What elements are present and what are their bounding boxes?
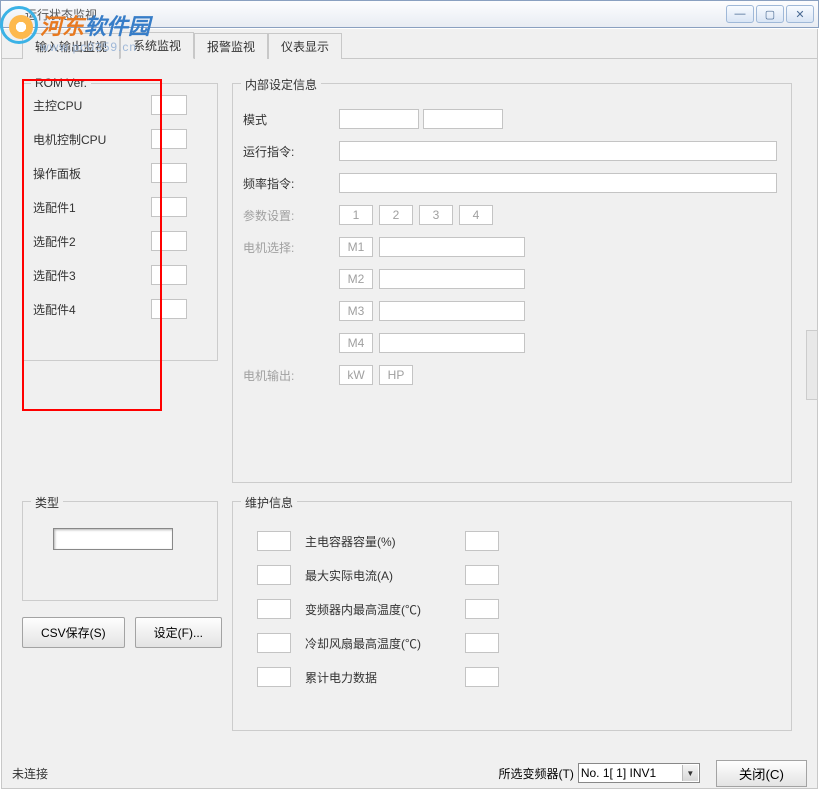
maint-power-right (465, 667, 499, 687)
rom-panel-field (151, 163, 187, 183)
motorsel-m1-field (379, 237, 525, 257)
motorsel-m4-field (379, 333, 525, 353)
tab-meter-display[interactable]: 仪表显示 (268, 33, 342, 59)
title-bar: 运行状态监视 — ▢ ✕ (0, 0, 819, 28)
motorsel-m4[interactable]: M4 (339, 333, 373, 353)
maint-current-label: 最大实际电流(A) (305, 567, 465, 584)
maint-temp2-left (257, 633, 291, 653)
internal-settings-group: 内部设定信息 模式 运行指令: 频率指令: 参数设置: 1 (232, 83, 792, 483)
paramset-label: 参数设置: (243, 207, 313, 224)
maint-cap-left (257, 531, 291, 551)
window-controls: — ▢ ✕ (726, 5, 814, 23)
maint-temp1-right (465, 599, 499, 619)
maximize-button[interactable]: ▢ (756, 5, 784, 23)
motorsel-m2-field (379, 269, 525, 289)
button-row: CSV保存(S) 设定(F)... (22, 617, 222, 648)
internal-legend: 内部设定信息 (241, 76, 321, 93)
freqcmd-field (339, 173, 777, 193)
app-icon (5, 6, 21, 22)
csv-save-button[interactable]: CSV保存(S) (22, 617, 125, 648)
inverter-select-combo[interactable]: No. 1[ 1] INV1 ▼ (578, 763, 700, 783)
maint-current-right (465, 565, 499, 585)
motorsel-m1[interactable]: M1 (339, 237, 373, 257)
tab-bar: 输入输出监视 系统监视 报警监视 仪表显示 (2, 33, 817, 59)
close-button[interactable]: 关闭(C) (716, 760, 807, 787)
settings-button[interactable]: 设定(F)... (135, 617, 222, 648)
freqcmd-label: 频率指令: (243, 175, 313, 192)
rom-motor-cpu-field (151, 129, 187, 149)
inverter-select-label: 所选变频器(T) (499, 765, 574, 782)
motorsel-m3[interactable]: M3 (339, 301, 373, 321)
minimize-button[interactable]: — (726, 5, 754, 23)
rom-main-cpu-field (151, 95, 187, 115)
maint-temp1-label: 变频器内最高温度(℃) (305, 601, 465, 618)
maint-power-label: 累计电力数据 (305, 669, 465, 686)
rom-opt1-field (151, 197, 187, 217)
motorout-kw[interactable]: kW (339, 365, 373, 385)
rom-opt2-field (151, 231, 187, 251)
rom-opt3-label: 选配件3 (33, 267, 111, 284)
mode-label: 模式 (243, 111, 313, 128)
runcmd-label: 运行指令: (243, 143, 313, 160)
maint-power-left (257, 667, 291, 687)
window-title: 运行状态监视 (25, 6, 97, 23)
rom-legend: ROM Ver. (31, 76, 91, 90)
maint-cap-right (465, 531, 499, 551)
status-bar: 未连接 所选变频器(T) No. 1[ 1] INV1 ▼ 关闭(C) (12, 762, 807, 784)
type-field (53, 528, 173, 550)
mode-field-2 (423, 109, 503, 129)
chevron-down-icon: ▼ (682, 765, 698, 781)
motorsel-label: 电机选择: (243, 239, 313, 256)
tab-io-monitor[interactable]: 输入输出监视 (22, 33, 120, 59)
rom-opt2-label: 选配件2 (33, 233, 111, 250)
rom-opt4-label: 选配件4 (33, 301, 111, 318)
tab-system-monitor[interactable]: 系统监视 (120, 32, 194, 59)
motorsel-m2[interactable]: M2 (339, 269, 373, 289)
motorsel-m3-field (379, 301, 525, 321)
rom-opt1-label: 选配件1 (33, 199, 111, 216)
motorout-label: 电机输出: (243, 367, 313, 384)
runcmd-field (339, 141, 777, 161)
inverter-select-value: No. 1[ 1] INV1 (581, 766, 656, 780)
paramset-4[interactable]: 4 (459, 205, 493, 225)
paramset-2[interactable]: 2 (379, 205, 413, 225)
rom-main-cpu-label: 主控CPU (33, 97, 111, 114)
type-legend: 类型 (31, 494, 63, 511)
maint-cap-label: 主电容器容量(%) (305, 533, 465, 550)
maint-temp1-left (257, 599, 291, 619)
maint-temp2-right (465, 633, 499, 653)
motorout-hp[interactable]: HP (379, 365, 413, 385)
type-group: 类型 (22, 501, 218, 601)
paramset-3[interactable]: 3 (419, 205, 453, 225)
maint-temp2-label: 冷却风扇最高温度(℃) (305, 635, 465, 652)
maint-legend: 维护信息 (241, 494, 297, 511)
client-area: 输入输出监视 系统监视 报警监视 仪表显示 ROM Ver. 主控CPU 电机控… (1, 29, 818, 789)
rom-opt4-field (151, 299, 187, 319)
rom-motor-cpu-label: 电机控制CPU (33, 131, 111, 148)
close-window-button[interactable]: ✕ (786, 5, 814, 23)
maint-current-left (257, 565, 291, 585)
rom-panel-label: 操作面板 (33, 165, 111, 182)
scrollbar[interactable] (806, 330, 818, 400)
mode-field-1 (339, 109, 419, 129)
tab-content: ROM Ver. 主控CPU 电机控制CPU 操作面板 选配件1 选配件2 选配… (2, 61, 817, 760)
maintenance-group: 维护信息 主电容器容量(%) 最大实际电流(A) 变频器内最高温度(℃) 冷却风… (232, 501, 792, 731)
rom-opt3-field (151, 265, 187, 285)
connection-status: 未连接 (12, 765, 48, 782)
rom-version-group: ROM Ver. 主控CPU 电机控制CPU 操作面板 选配件1 选配件2 选配… (22, 83, 218, 361)
paramset-1[interactable]: 1 (339, 205, 373, 225)
tab-alarm-monitor[interactable]: 报警监视 (194, 33, 268, 59)
